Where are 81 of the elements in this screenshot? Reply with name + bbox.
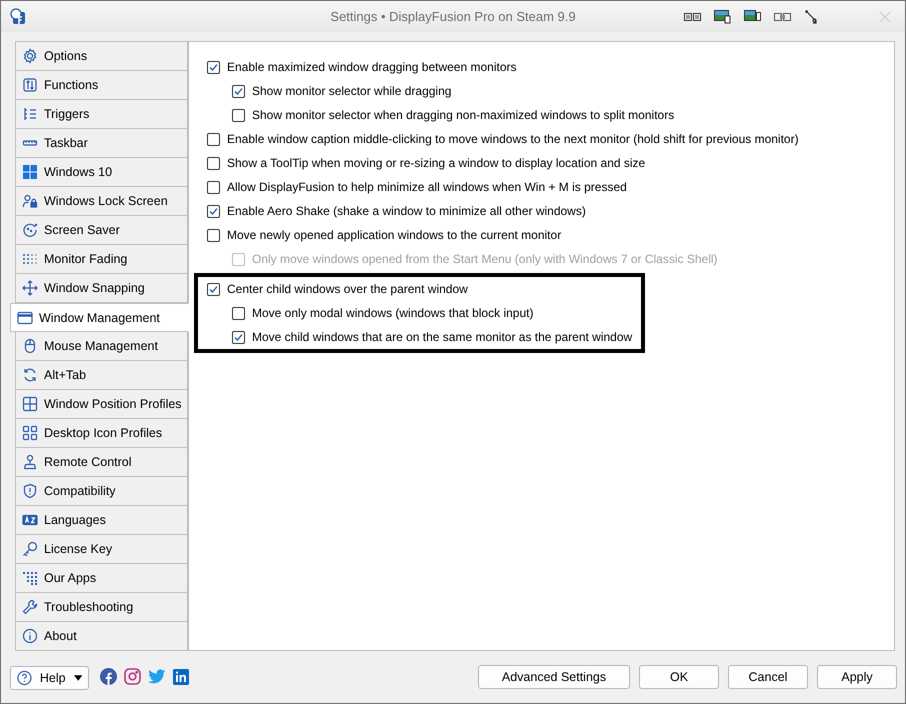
sidebar-item[interactable]: Window Position Profiles bbox=[15, 390, 188, 419]
sidebar-item[interactable]: Remote Control bbox=[15, 448, 188, 477]
advanced-settings-button[interactable]: Advanced Settings bbox=[478, 664, 630, 688]
checkbox[interactable] bbox=[232, 330, 245, 344]
tree-list-icon bbox=[22, 106, 38, 122]
app-logo-icon bbox=[10, 8, 26, 25]
option-label: Enable window caption middle-clicking to move windows to the next monitor (hold shift for previous monitor) bbox=[227, 132, 799, 146]
caret-icon bbox=[74, 674, 82, 680]
shield-icon bbox=[22, 483, 38, 499]
checkbox[interactable] bbox=[207, 204, 220, 218]
sidebar-item[interactable]: Windows 10 bbox=[15, 158, 188, 187]
sidebar-item[interactable]: Windows Lock Screen bbox=[15, 187, 188, 216]
checkbox[interactable] bbox=[232, 84, 245, 98]
sidebar-item[interactable]: Mouse Management bbox=[15, 332, 188, 361]
sidebar-item[interactable]: Window Snapping bbox=[15, 274, 188, 303]
linkedin-icon[interactable] bbox=[173, 668, 189, 684]
option-label: Only move windows opened from the Start Menu (only with Windows 7 or Classic Shell) bbox=[252, 252, 718, 266]
grid-icon bbox=[22, 396, 38, 412]
option-label: Show monitor selector when dragging non-maximized windows to split monitors bbox=[252, 108, 674, 122]
facebook-icon[interactable] bbox=[100, 668, 117, 685]
help-icon bbox=[17, 670, 32, 686]
checkbox[interactable] bbox=[207, 156, 220, 170]
cycle-arrows-icon bbox=[22, 367, 38, 383]
apps-grid-icon bbox=[22, 570, 38, 586]
checkbox[interactable] bbox=[207, 282, 220, 296]
dot-grid-icon bbox=[22, 251, 38, 267]
cancel-button[interactable]: Cancel bbox=[728, 664, 808, 688]
sidebar-item[interactable]: Our Apps bbox=[15, 564, 188, 593]
sidebar-item[interactable]: Screen Saver bbox=[15, 216, 188, 245]
sidebar-item[interactable]: Compatibility bbox=[15, 477, 188, 506]
window-icon bbox=[17, 310, 33, 326]
option-label: Enable Aero Shake (shake a window to minimize all other windows) bbox=[227, 204, 586, 218]
option-label: Enable maximized window dragging between monitors bbox=[227, 60, 516, 74]
option-label: Show monitor selector while dragging bbox=[252, 84, 452, 98]
info-icon bbox=[22, 628, 38, 644]
sidebar-item[interactable]: Triggers bbox=[15, 100, 188, 129]
option-label: Allow DisplayFusion to help minimize all windows when Win + M is pressed bbox=[227, 180, 627, 194]
checkbox[interactable] bbox=[232, 306, 245, 320]
option-label: Move child windows that are on the same monitor as the parent window bbox=[252, 330, 632, 344]
option-label: Show a ToolTip when moving or re-sizing a window to display location and size bbox=[227, 156, 646, 170]
sidebar-item[interactable]: Functions bbox=[15, 71, 188, 100]
sidebar-item[interactable]: Taskbar bbox=[15, 129, 188, 158]
language-icon bbox=[22, 512, 38, 528]
pin-icon[interactable] bbox=[804, 10, 818, 24]
mouse-icon bbox=[22, 338, 38, 354]
monitor-config-icon[interactable] bbox=[744, 10, 761, 24]
dual-monitor-icon[interactable] bbox=[774, 10, 791, 22]
sidebar-item[interactable]: About bbox=[15, 622, 188, 651]
dotted-circle-icon bbox=[22, 222, 38, 238]
four-squares-icon bbox=[22, 425, 38, 441]
checkbox[interactable] bbox=[207, 180, 220, 194]
user-lock-icon bbox=[22, 193, 38, 209]
help-dropdown[interactable]: Help bbox=[10, 666, 89, 690]
option-label: Center child windows over the parent window bbox=[227, 282, 468, 296]
option-label: Move only modal windows (windows that block input) bbox=[252, 306, 534, 320]
apply-button[interactable]: Apply bbox=[817, 664, 897, 688]
gear-icon bbox=[22, 48, 38, 64]
sidebar-item[interactable]: License Key bbox=[15, 535, 188, 564]
checkbox[interactable] bbox=[207, 132, 220, 146]
option-label: Move newly opened application windows to the current monitor bbox=[227, 228, 562, 242]
sidebar-item[interactable]: Options bbox=[15, 41, 188, 71]
move-arrows-icon bbox=[22, 280, 38, 296]
sidebar-item[interactable]: Monitor Fading bbox=[15, 245, 188, 274]
wrench-icon bbox=[22, 599, 38, 615]
sidebar-item[interactable]: Troubleshooting bbox=[15, 593, 188, 622]
checkbox[interactable] bbox=[207, 60, 220, 74]
joystick-icon bbox=[22, 454, 38, 470]
sidebar-item[interactable]: Window Management bbox=[10, 303, 189, 332]
sidebar-item[interactable]: Desktop Icon Profiles bbox=[15, 419, 188, 448]
ok-button[interactable]: OK bbox=[639, 664, 719, 688]
sidebar-item[interactable]: Languages bbox=[15, 506, 188, 535]
checkbox[interactable] bbox=[207, 228, 220, 242]
wallpaper-settings-icon[interactable] bbox=[714, 10, 731, 24]
key-icon bbox=[22, 541, 38, 557]
instagram-icon[interactable] bbox=[124, 668, 141, 685]
monitors-icon[interactable] bbox=[684, 10, 701, 22]
checkbox[interactable] bbox=[232, 108, 245, 122]
sidebar-item[interactable]: Alt+Tab bbox=[15, 361, 188, 390]
tiles-icon bbox=[22, 164, 38, 180]
window-title: Settings • DisplayFusion Pro on Steam 9.9 bbox=[330, 9, 576, 24]
arrows-box-icon bbox=[22, 77, 38, 93]
